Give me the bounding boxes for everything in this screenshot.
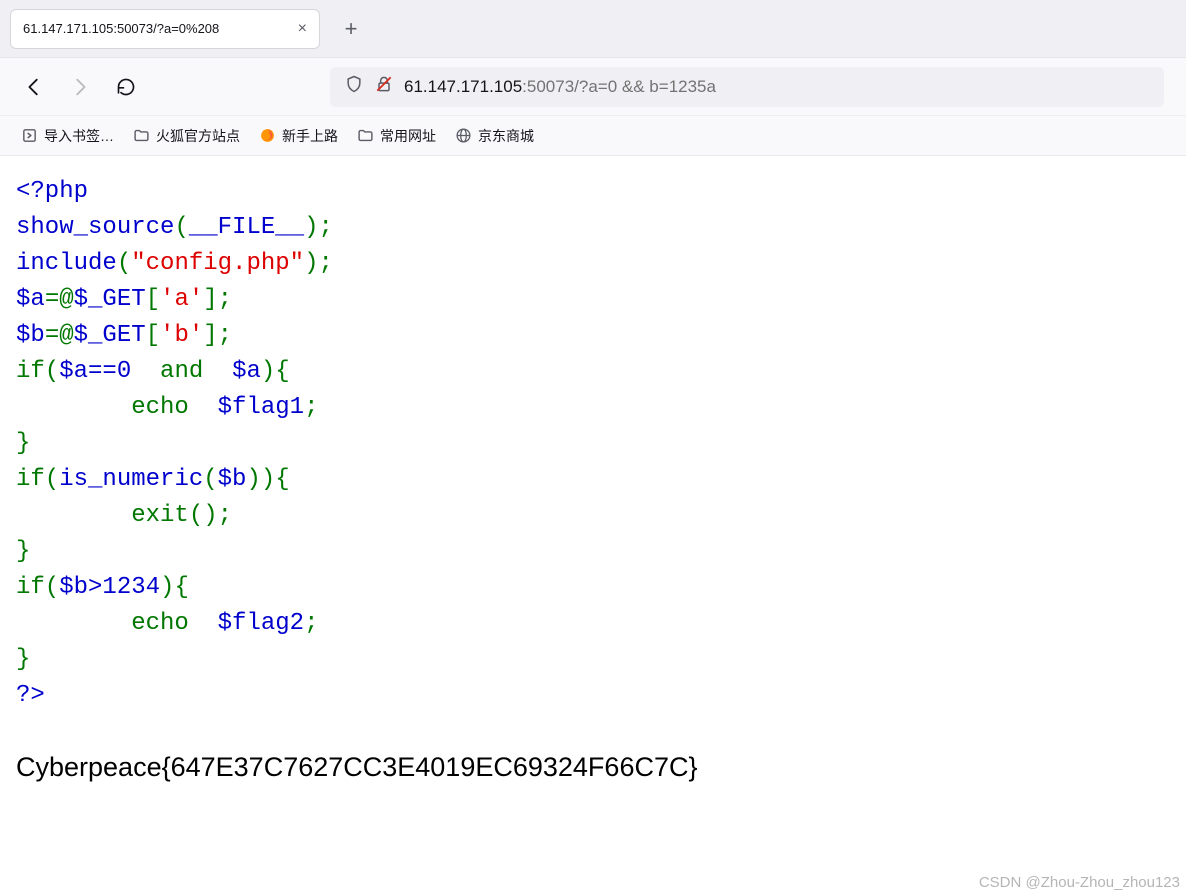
code-token: ; (304, 610, 318, 637)
php-source: <?php show_source(__FILE__); include("co… (16, 174, 1170, 714)
code-token: __FILE__ (189, 214, 304, 241)
firefox-icon (258, 127, 276, 145)
code-token: $b (218, 466, 247, 493)
forward-button[interactable] (68, 75, 92, 99)
code-token: )) (246, 466, 275, 493)
code-token: ); (304, 214, 333, 241)
code-token: { (275, 466, 289, 493)
code-token: $a (16, 286, 45, 313)
code-token: ]; (203, 322, 232, 349)
reload-button[interactable] (114, 75, 138, 99)
code-token: $b>1234 (59, 574, 160, 601)
code-token: $a==0 (59, 358, 131, 385)
code-token: is_numeric (59, 466, 203, 493)
code-token: ( (117, 250, 131, 277)
code-token: ; (304, 394, 318, 421)
globe-icon (454, 127, 472, 145)
bookmark-getting-started[interactable]: 新手上路 (258, 126, 338, 146)
tab-title: 61.147.171.105:50073/?a=0%208 (23, 21, 290, 36)
shield-icon (344, 74, 364, 99)
code-token: ); (304, 250, 333, 277)
code-token: if( (16, 466, 59, 493)
code-token: ){ (160, 574, 189, 601)
code-token: } (16, 646, 30, 673)
bookmark-label: 常用网址 (380, 126, 436, 146)
code-token: $flag1 (218, 394, 304, 421)
bookmark-label: 导入书签… (44, 126, 114, 146)
url-host: 61.147.171.105 (404, 77, 522, 97)
insecure-lock-icon (374, 74, 394, 99)
bookmark-jd[interactable]: 京东商城 (454, 126, 534, 146)
browser-tab[interactable]: 61.147.171.105:50073/?a=0%208 × (10, 9, 320, 49)
code-token: exit (131, 502, 189, 529)
bookmark-label: 新手上路 (282, 126, 338, 146)
url-bar[interactable]: 61.147.171.105:50073/?a=0 && b=1235a (330, 67, 1164, 107)
code-token: $_GET (74, 322, 146, 349)
folder-icon (356, 127, 374, 145)
bookmark-label: 火狐官方站点 (156, 126, 240, 146)
bookmark-firefox-official[interactable]: 火狐官方站点 (132, 126, 240, 146)
code-token: [ (146, 286, 160, 313)
code-token: ( (174, 214, 188, 241)
code-token: show_source (16, 214, 174, 241)
code-token: $flag2 (218, 610, 304, 637)
code-token: } (16, 430, 30, 457)
code-token: if( (16, 574, 59, 601)
code-token: ( (203, 466, 217, 493)
bookmark-label: 京东商城 (478, 126, 534, 146)
code-token: ){ (261, 358, 290, 385)
bookmark-common-urls[interactable]: 常用网址 (356, 126, 436, 146)
code-token: <?php (16, 178, 88, 205)
close-icon[interactable]: × (298, 21, 307, 37)
code-token: 'b' (160, 322, 203, 349)
code-token: =@ (45, 322, 74, 349)
code-token: } (16, 538, 30, 565)
import-icon (20, 127, 38, 145)
code-token: echo (131, 394, 189, 421)
import-bookmarks[interactable]: 导入书签… (20, 126, 114, 146)
url-path: :50073/?a=0 && b=1235a (522, 77, 716, 97)
flag-output: Cyberpeace{647E37C7627CC3E4019EC69324F66… (16, 752, 1170, 783)
code-token: $_GET (74, 286, 146, 313)
code-token: include (16, 250, 117, 277)
code-token: if( (16, 358, 59, 385)
folder-icon (132, 127, 150, 145)
tab-bar: 61.147.171.105:50073/?a=0%208 × + (0, 0, 1186, 58)
code-token: $b (16, 322, 45, 349)
code-token: (); (189, 502, 232, 529)
code-token: ]; (203, 286, 232, 313)
new-tab-button[interactable]: + (336, 14, 366, 44)
code-token: [ (146, 322, 160, 349)
page-content: <?php show_source(__FILE__); include("co… (0, 156, 1186, 895)
code-token: and (160, 358, 203, 385)
watermark: CSDN @Zhou-Zhou_zhou123 (979, 874, 1180, 891)
toolbar: 61.147.171.105:50073/?a=0 && b=1235a (0, 58, 1186, 116)
code-token: $a (232, 358, 261, 385)
url-text: 61.147.171.105:50073/?a=0 && b=1235a (404, 77, 716, 97)
code-token: "config.php" (131, 250, 304, 277)
code-token: 'a' (160, 286, 203, 313)
code-token: echo (131, 610, 189, 637)
code-token: =@ (45, 286, 74, 313)
bookmarks-bar: 导入书签… 火狐官方站点 新手上路 常用网址 京东商城 (0, 116, 1186, 156)
code-token: ?> (16, 682, 45, 709)
back-button[interactable] (22, 75, 46, 99)
